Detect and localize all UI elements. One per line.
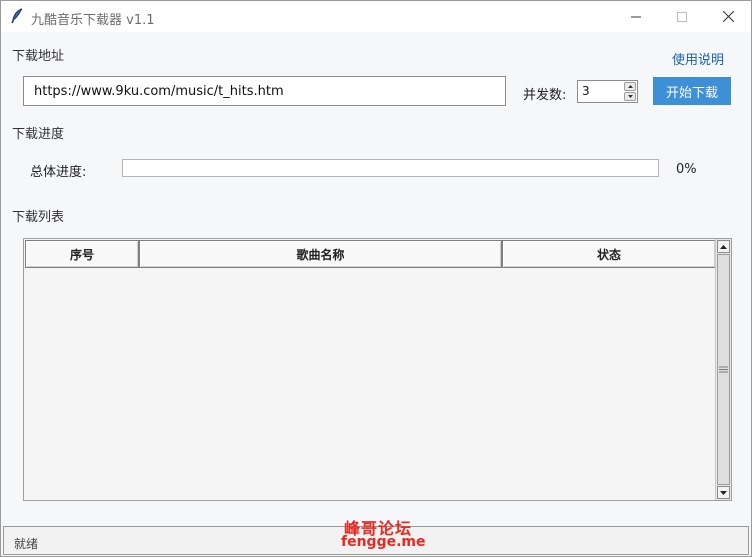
progress-percent: 0%	[676, 162, 697, 177]
spin-down-button[interactable]	[624, 92, 636, 101]
status-text: 就绪	[14, 537, 39, 551]
watermark-url: fengge.me	[341, 534, 426, 550]
scroll-thumb[interactable]	[717, 254, 730, 485]
table-body[interactable]	[25, 268, 716, 500]
help-link[interactable]: 使用说明	[672, 49, 724, 68]
caret-up-icon	[627, 85, 633, 88]
triangle-down-icon	[720, 490, 727, 495]
download-list-label: 下载列表	[12, 210, 65, 225]
download-list-table[interactable]: 序号 歌曲名称 状态	[23, 238, 732, 501]
column-header-song-name[interactable]: 歌曲名称	[139, 240, 502, 268]
feather-icon	[10, 8, 24, 24]
table-header: 序号 歌曲名称 状态	[25, 240, 716, 268]
scroll-down-button[interactable]	[717, 486, 730, 499]
total-progress-label: 总体进度:	[30, 165, 87, 180]
scroll-up-button[interactable]	[717, 240, 730, 253]
minimize-icon	[631, 16, 641, 17]
triangle-up-icon	[720, 244, 727, 249]
title-bar[interactable]: 九酷音乐下载器 v1.1	[1, 1, 751, 32]
vertical-scrollbar[interactable]	[715, 239, 731, 500]
concurrency-value[interactable]: 3	[582, 84, 590, 98]
concurrency-label: 并发数:	[523, 88, 567, 103]
maximize-button[interactable]	[659, 1, 705, 32]
concurrency-spinbox[interactable]: 3	[577, 80, 638, 103]
spin-buttons	[624, 82, 636, 101]
window-title: 九酷音乐下载器 v1.1	[31, 13, 155, 28]
caret-down-icon	[627, 95, 633, 98]
total-progress-bar	[122, 159, 659, 177]
download-progress-label: 下载进度	[12, 127, 65, 142]
download-address-label: 下载地址	[12, 49, 65, 64]
spin-up-button[interactable]	[624, 82, 636, 91]
start-download-button[interactable]: 开始下载	[653, 77, 731, 105]
close-button[interactable]	[705, 1, 751, 32]
app-window: 九酷音乐下载器 v1.1 下载地址 使用说明 并发数: 3 开始下载	[0, 0, 752, 557]
maximize-icon	[677, 11, 687, 22]
minimize-button[interactable]	[613, 1, 659, 32]
grip-icon	[719, 366, 728, 373]
url-input[interactable]	[23, 76, 506, 106]
column-header-status[interactable]: 状态	[502, 240, 716, 268]
close-icon	[722, 11, 734, 22]
column-header-index[interactable]: 序号	[25, 240, 139, 268]
